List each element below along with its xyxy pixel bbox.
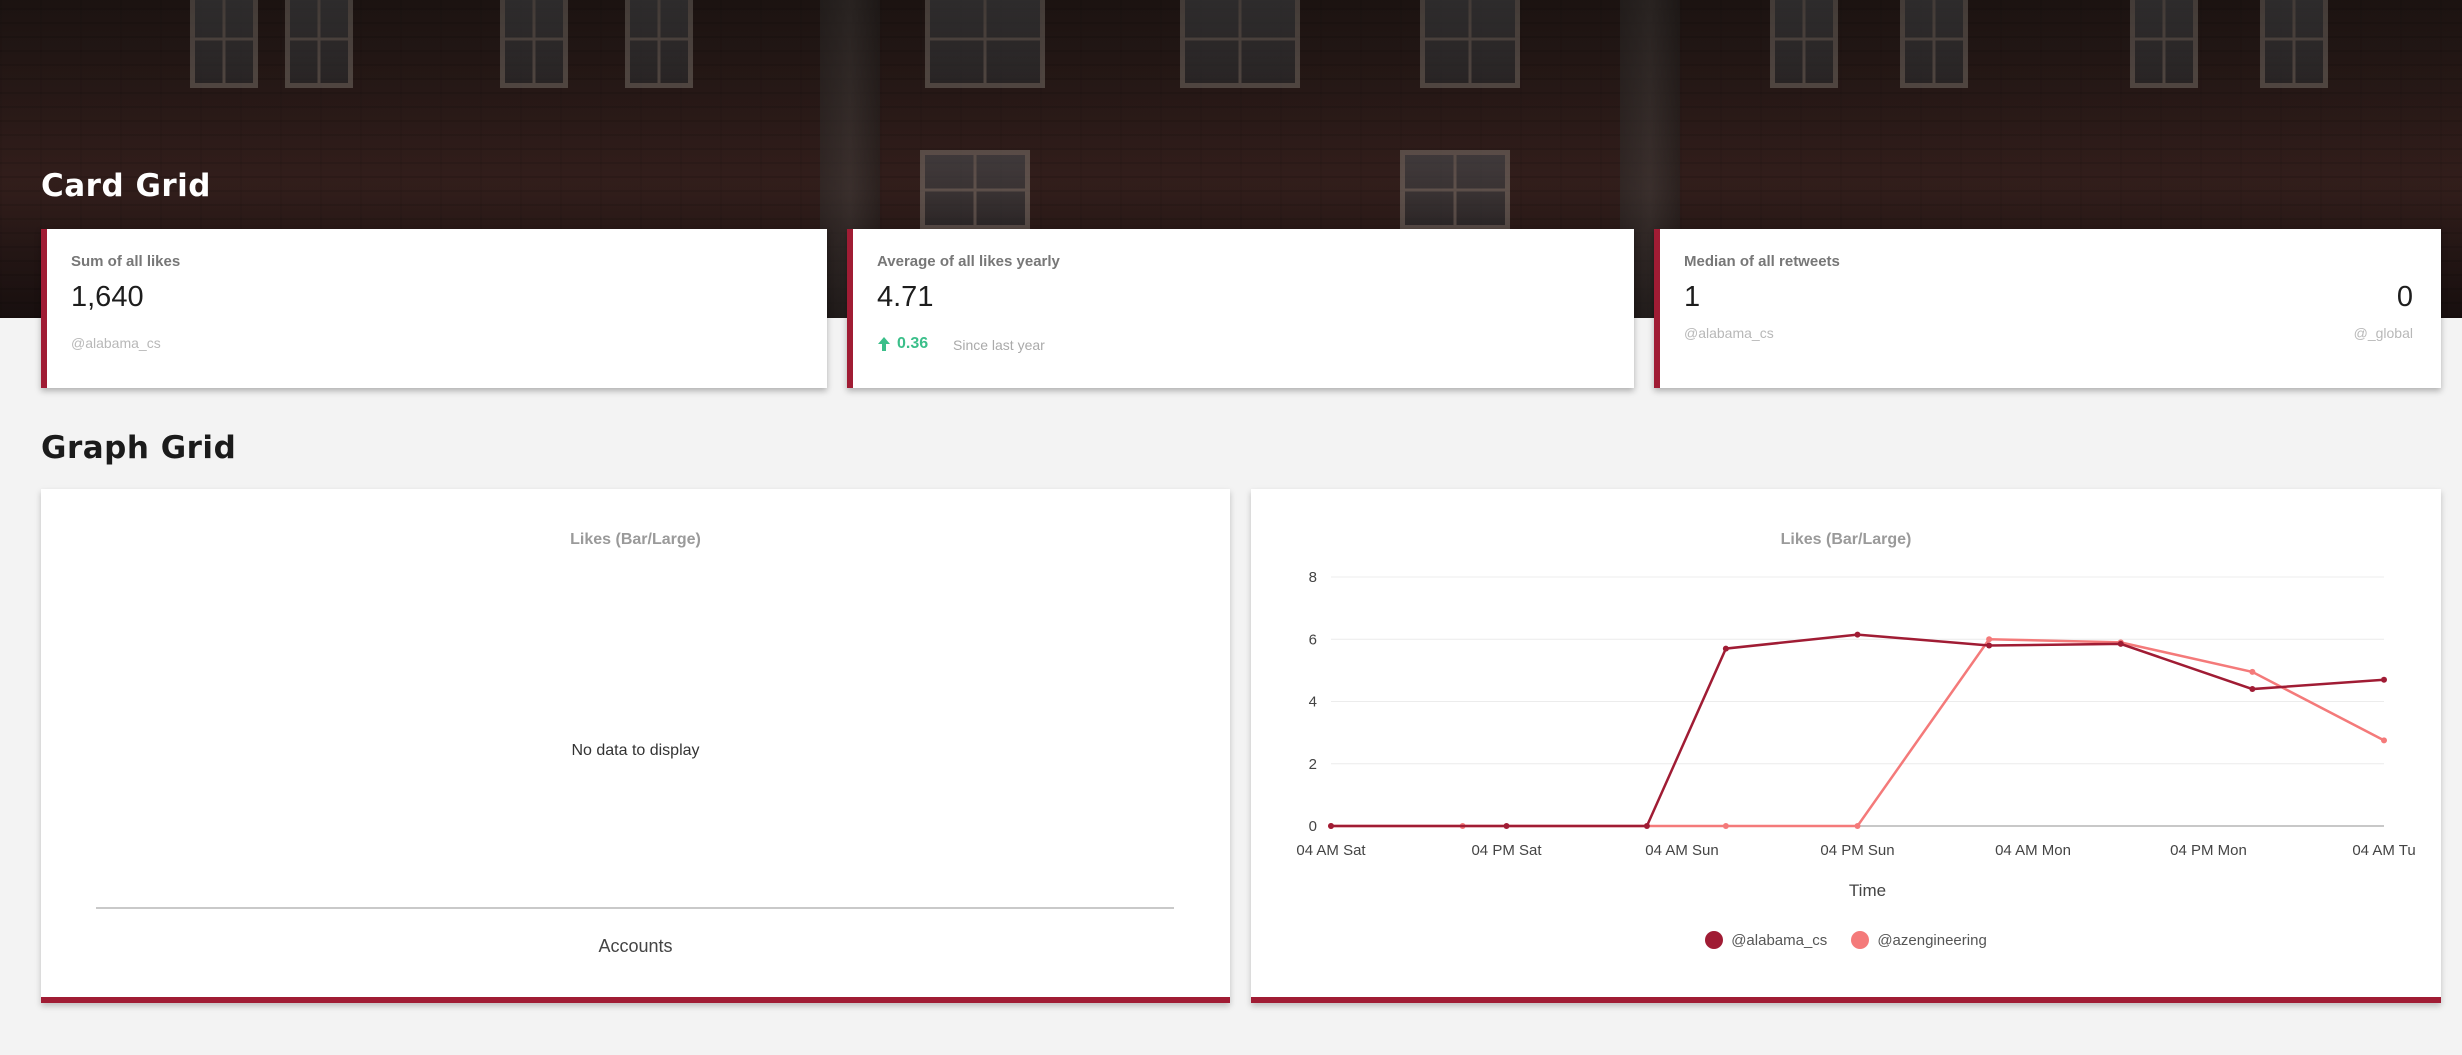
card-label: Median of all retweets <box>1684 253 1840 270</box>
card-label: Sum of all likes <box>71 253 181 270</box>
chart-legend: @alabama_cs @azengineering <box>1251 931 2441 949</box>
x-axis-label: Accounts <box>598 936 673 956</box>
data-point <box>1986 642 1993 649</box>
x-tick-label: 04 AM Sun <box>1645 842 1718 859</box>
card-handle-secondary: @_global <box>2353 325 2413 341</box>
change-period: Since last year <box>953 337 1045 353</box>
data-point <box>1986 636 1993 643</box>
average-likes-card: Average of all likes yearly 4.71 0.36 Si… <box>847 229 1634 388</box>
legend-label: @azengineering <box>1877 931 1987 949</box>
arrow-up-icon <box>878 337 890 351</box>
y-tick-label: 0 <box>1309 818 1317 835</box>
data-point <box>1854 631 1861 638</box>
data-point <box>1328 823 1334 829</box>
data-point <box>1722 645 1729 652</box>
graph-grid-title: Graph Grid <box>41 430 237 466</box>
legend-swatch <box>1851 931 1870 949</box>
y-tick-label: 4 <box>1309 694 1317 711</box>
y-tick-label: 2 <box>1309 756 1317 773</box>
likes-bar-chart-card: Likes (Bar/Large) No data to display Acc… <box>41 489 1230 1003</box>
median-retweets-card: Median of all retweets 1 @alabama_cs 0 @… <box>1654 229 2441 388</box>
data-point <box>2381 676 2387 683</box>
x-tick-label: 04 PM Mon <box>2170 842 2247 859</box>
x-tick-label: 04 PM Sat <box>1471 842 1542 859</box>
sum-likes-card: Sum of all likes 1,640 @alabama_cs <box>41 229 827 388</box>
legend-item[interactable]: @alabama_cs <box>1705 931 1827 949</box>
x-tick-label: 04 AM Tu <box>2352 842 2415 859</box>
data-point <box>1643 823 1650 829</box>
card-value: 4.71 <box>877 281 934 313</box>
card-value: 1,640 <box>71 281 144 313</box>
legend-item[interactable]: @azengineering <box>1851 931 1987 949</box>
y-tick-label: 6 <box>1309 631 1317 648</box>
card-value: 1 <box>1684 281 1701 313</box>
card-handle: @alabama_cs <box>1684 325 1774 341</box>
no-data-message: No data to display <box>571 742 700 759</box>
x-axis-label: Time <box>1849 881 1886 900</box>
line-chart: 0 2 4 6 8 04 AM Sat 04 PM Sat 04 AM Sun 04 PM Su… <box>1296 569 2415 900</box>
card-grid-title: Card Grid <box>41 168 211 204</box>
series-line <box>1331 633 2385 828</box>
x-tick-label: 04 PM Sun <box>1820 842 1894 859</box>
data-point <box>1854 823 1861 829</box>
x-tick-label: 04 AM Mon <box>1995 842 2071 859</box>
data-point <box>2117 640 2124 647</box>
change-indicator: 0.36 <box>877 335 928 353</box>
likes-line-chart-card: Likes (Bar/Large) 0 2 4 6 8 04 AM Sat 04 PM Sa… <box>1251 489 2441 1003</box>
legend-label: @alabama_cs <box>1731 931 1828 949</box>
y-tick-label: 8 <box>1309 569 1317 586</box>
series-line <box>1331 637 2385 828</box>
data-point <box>2249 668 2256 675</box>
card-handle: @alabama_cs <box>71 335 161 351</box>
data-point <box>1722 823 1729 829</box>
chart-title: Likes (Bar/Large) <box>570 531 701 548</box>
x-axis-line <box>96 907 1174 909</box>
data-point <box>2249 686 2256 693</box>
data-point <box>1503 823 1510 829</box>
data-point <box>2381 737 2387 744</box>
card-value-secondary: 0 <box>2396 281 2413 313</box>
legend-swatch <box>1705 931 1724 949</box>
change-value: 0.36 <box>897 335 929 352</box>
card-label: Average of all likes yearly <box>877 253 1060 270</box>
x-tick-label: 04 AM Sat <box>1296 842 1366 859</box>
